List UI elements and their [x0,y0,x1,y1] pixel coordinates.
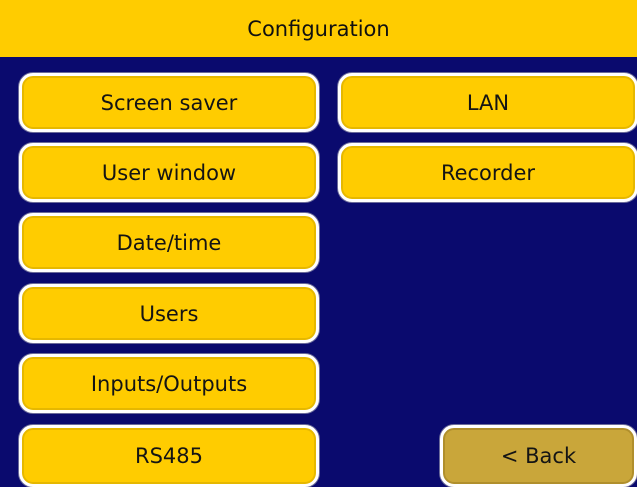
inputs-outputs-button[interactable]: Inputs/Outputs [19,354,319,413]
date-time-button[interactable]: Date/time [19,213,319,272]
page-title: Configuration [0,0,637,57]
recorder-button[interactable]: Recorder [338,143,637,202]
lan-button[interactable]: LAN [338,73,637,132]
screen-saver-button[interactable]: Screen saver [19,73,319,132]
users-button[interactable]: Users [19,284,319,343]
back-button[interactable]: < Back [440,425,637,487]
rs485-button[interactable]: RS485 [19,425,319,487]
configuration-screen: Configuration Screen saver User window D… [0,0,637,487]
user-window-button[interactable]: User window [19,143,319,202]
